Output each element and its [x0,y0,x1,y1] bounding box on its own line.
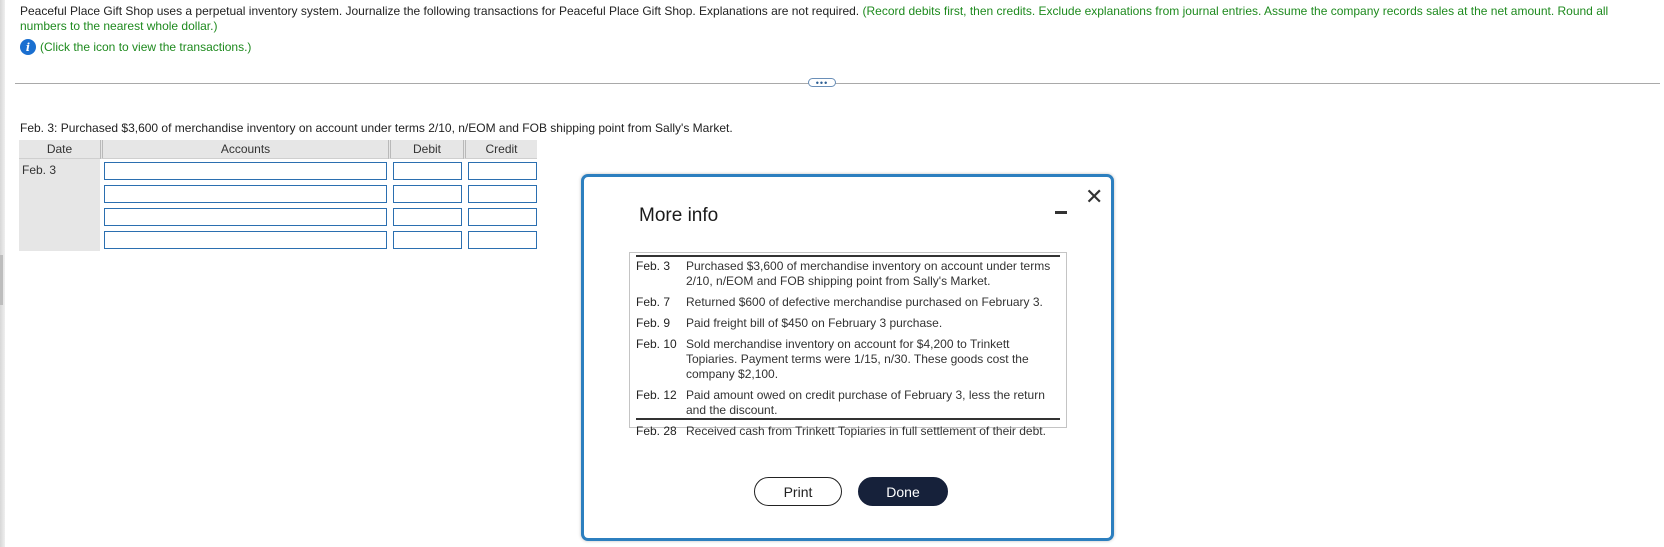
left-scroll-edge [0,0,5,547]
scroll-thumb[interactable] [0,255,3,305]
transaction-description: Received cash from Trinkett Topiaries in… [686,424,1046,438]
debit-input[interactable] [393,184,462,203]
transaction-description: Returned $600 of defective merchandise p… [686,295,1043,309]
info-link-row[interactable]: i (Click the icon to view the transactio… [20,38,251,56]
info-link-text[interactable]: (Click the icon to view the transactions… [40,40,251,54]
journal-row [100,182,537,205]
transaction-date: Feb. 28 [636,424,677,438]
journal-header-row: Date Accounts Debit Credit [19,140,537,159]
transaction-row: Feb. 7 Returned $600 of defective mercha… [636,295,1060,310]
close-icon[interactable]: ✕ [1085,186,1103,208]
journal-row [100,159,537,182]
account-input[interactable] [104,230,387,249]
transaction-description: Paid amount owed on credit purchase of F… [686,388,1045,417]
info-icon[interactable]: i [20,39,36,55]
header-credit: Credit [463,140,537,159]
account-input[interactable] [104,161,387,180]
journal-body: Feb. 3 [19,159,537,251]
transactions-table: Feb. 3 Purchased $3,600 of merchandise i… [629,252,1067,438]
journal-row [100,228,537,251]
credit-input[interactable] [468,161,537,180]
entry-date: Feb. 3 [19,159,100,251]
question-body: Peaceful Place Gift Shop uses a perpetua… [20,4,860,18]
debit-input[interactable] [393,161,462,180]
transaction-description: Purchased $3,600 of merchandise inventor… [686,259,1051,288]
transaction-date: Feb. 9 [636,316,671,330]
debit-input[interactable] [393,230,462,249]
transaction-description: Paid freight bill of $450 on February 3 … [686,316,943,330]
credit-input[interactable] [468,184,537,203]
transaction-description: Sold merchandise inventory on account fo… [686,337,1029,381]
minimize-icon[interactable] [1055,211,1067,214]
more-info-dialog: More info ✕ Feb. 3 Purchased $3,600 of m… [581,174,1114,541]
debit-input[interactable] [393,207,462,226]
expand-handle[interactable]: ••• [808,78,836,87]
transaction-row: Feb. 10 Sold merchandise inventory on ac… [636,337,1060,382]
section-divider [15,83,1660,84]
transaction-date: Feb. 10 [636,337,677,351]
header-date: Date [19,140,100,159]
account-input[interactable] [104,184,387,203]
transaction-date: Feb. 3 [636,259,671,273]
transaction-prompt: Feb. 3: Purchased $3,600 of merchandise … [20,121,733,135]
header-debit: Debit [388,140,463,159]
header-accounts: Accounts [100,140,388,159]
dialog-title: More info [639,205,719,226]
transaction-row: Feb. 9 Paid freight bill of $450 on Febr… [636,316,1060,331]
transactions-list: Feb. 3 Purchased $3,600 of merchandise i… [636,255,1060,438]
journal-row [100,205,537,228]
transaction-row: Feb. 12 Paid amount owed on credit purch… [636,388,1060,418]
credit-input[interactable] [468,207,537,226]
transaction-date: Feb. 12 [636,388,677,402]
credit-input[interactable] [468,230,537,249]
journal-input-rows [100,159,537,251]
transaction-date: Feb. 7 [636,295,671,309]
print-button[interactable]: Print [754,477,842,506]
account-input[interactable] [104,207,387,226]
journal-entry-table: Date Accounts Debit Credit Feb. 3 [19,140,537,251]
done-button[interactable]: Done [858,477,948,506]
transaction-row: Feb. 28 Received cash from Trinkett Topi… [636,424,1060,439]
transaction-row: Feb. 3 Purchased $3,600 of merchandise i… [636,259,1060,289]
question-text: Peaceful Place Gift Shop uses a perpetua… [20,4,1650,34]
